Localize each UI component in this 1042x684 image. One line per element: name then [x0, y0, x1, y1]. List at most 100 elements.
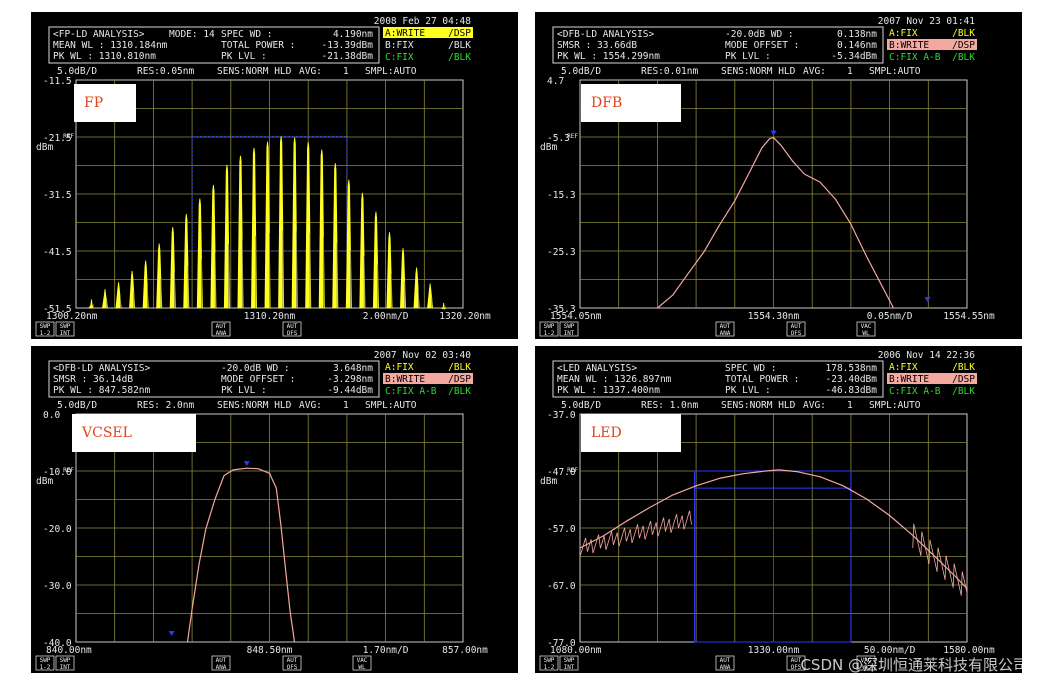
header-text: PK LVL : [221, 385, 267, 396]
settings-text: AVG: [803, 66, 826, 77]
side-marker [168, 631, 175, 636]
header-text: -23.40dBm [826, 374, 878, 385]
header-text: <FP-LD ANALYSIS> [53, 29, 145, 40]
trace-label: B:WRITE [385, 374, 425, 385]
y-tick-label: -11.5 [43, 76, 72, 87]
x-end-label: 857.00nm [442, 645, 488, 656]
settings-text: RES: 2.0nm [137, 400, 194, 411]
vcsel-label-box: VCSEL [72, 414, 196, 452]
y-tick-label: -20.0 [43, 524, 72, 535]
soft-key-label-bottom: OFS [287, 330, 298, 337]
soft-key-label-top: SWP [60, 323, 71, 330]
header-text: 3.648nm [333, 363, 373, 374]
ref-label: REF [63, 467, 74, 474]
peak-marker [770, 130, 777, 136]
header-text: -20.0dB WD : [221, 363, 290, 374]
soft-key-label-top: AUT [791, 323, 802, 330]
y-tick-label: -57.0 [547, 524, 576, 535]
trace-mode: /BLK [952, 386, 975, 397]
soft-key-label-top: AUT [720, 657, 731, 664]
trace-mode: /DSP [448, 28, 471, 39]
vcsel-chart-svg: 2007 Nov 02 03:40<DFB-LD ANALYSIS> -20.0d… [35, 350, 488, 671]
header-text: 178.538nm [826, 363, 878, 374]
vcsel-label: VCSEL [82, 425, 132, 441]
dfb-chart-svg: 2007 Nov 23 01:41 <DFB-LD ANALYSIS> -20.0d… [539, 16, 995, 337]
peak-marker [243, 461, 250, 467]
soft-key-label-bottom: 1-2 [40, 330, 51, 337]
led-chart-svg: 2006 Nov 14 22:36 <LED ANALYSIS> SPEC WD :… [539, 350, 995, 671]
soft-key-label-top: AUT [287, 323, 298, 330]
x-end-label: 1554.55nm [943, 311, 995, 322]
soft-key-label-bottom: INT [60, 664, 71, 671]
chart-panel-fp: 2008 Feb 27 04:48 <FP-LD ANALYSIS> MODE: 1… [31, 12, 518, 339]
soft-key-label-bottom: ANA [216, 330, 227, 337]
led-label: LED [591, 425, 622, 441]
header-text: MEAN WL : 1310.184nm [53, 40, 168, 51]
datetime-text: 2007 Nov 02 03:40 [374, 350, 472, 361]
soft-key-label-bottom: OFS [791, 330, 802, 337]
trace-label: C:FIX A-B [889, 386, 941, 397]
settings-text: SMPL:AUTO [869, 400, 921, 411]
header-text: SPEC WD : [221, 29, 272, 40]
side-marker [924, 297, 931, 302]
header-text: PK WL : 1337.400nm [557, 385, 660, 396]
header-text: 0.138nm [837, 29, 877, 40]
y-tick-label: 4.7 [547, 76, 564, 87]
settings-text: 1 [847, 400, 853, 411]
x-center-label: 1310.20nm [244, 311, 296, 322]
fp-label: FP [84, 95, 104, 111]
soft-key-label-bottom: ANA [720, 664, 731, 671]
soft-key-label-top: AUT [720, 323, 731, 330]
x-start-label: 1080.00nm [550, 645, 602, 656]
soft-key-label-top: SWP [564, 323, 575, 330]
ref-label: REF [567, 133, 578, 140]
trace-mode: /DSP [952, 40, 975, 51]
header-text: -5.34dBm [831, 51, 877, 62]
y-tick-label: 0.0 [43, 410, 60, 421]
trace-mode: /DSP [448, 374, 471, 385]
y-tick-label: -37.0 [547, 410, 576, 421]
settings-text: 5.0dB/D [561, 66, 601, 77]
trace-label: B:FIX [385, 40, 414, 51]
header-text: MODE OFFSET : [725, 40, 799, 51]
soft-key-label-top: SWP [544, 657, 555, 664]
header-text: TOTAL POWER : [725, 374, 799, 385]
header-text: PK LVL : [221, 51, 267, 62]
trace-mode: /BLK [952, 52, 975, 63]
settings-text: SMPL:AUTO [365, 400, 417, 411]
trace-label: A:FIX [385, 362, 414, 373]
trace-mode: /BLK [448, 386, 471, 397]
settings-text: SENS:NORM HLD [721, 66, 796, 77]
header-text: -9.44dBm [327, 385, 373, 396]
soft-key-label-bottom: WL [862, 330, 870, 337]
header-text: TOTAL POWER : [221, 40, 295, 51]
unit-label: dBm [540, 476, 557, 487]
x-span-label: 0.05nm/D [867, 311, 913, 322]
header-text: -20.0dB WD : [725, 29, 794, 40]
soft-key-label-top: AUT [216, 323, 227, 330]
spectrum-trace [186, 467, 296, 643]
settings-text: SENS:NORM HLD [217, 66, 292, 77]
ref-label: REF [63, 133, 74, 140]
header-text: -13.39dBm [322, 40, 374, 51]
x-end-label: 1320.20nm [439, 311, 491, 322]
header-text: PK WL : 1310.810nm [53, 51, 156, 62]
header-text: MODE: 14 [169, 29, 215, 40]
datetime-text: 2008 Feb 27 04:48 [374, 16, 472, 27]
trace-label: C:FIX [385, 52, 414, 63]
settings-text: AVG: [299, 400, 322, 411]
soft-key-label-bottom: INT [564, 664, 575, 671]
soft-key-label-bottom: 1-2 [544, 330, 555, 337]
header-text: -3.298nm [327, 374, 373, 385]
settings-text: 1 [343, 66, 349, 77]
header-text: PK LVL : [725, 385, 771, 396]
soft-key-label-top: AUT [287, 657, 298, 664]
chart-panel-dfb: 2007 Nov 23 01:41 <DFB-LD ANALYSIS> -20.0d… [535, 12, 1022, 339]
soft-key-label-bottom: ANA [720, 330, 731, 337]
header-text: -21.38dBm [322, 51, 374, 62]
settings-text: RES: 1.0nm [641, 400, 698, 411]
soft-key-label-top: VAC [861, 323, 872, 330]
soft-key-label-bottom: 1-2 [40, 664, 51, 671]
fp-label-box: FP [74, 84, 136, 122]
watermark: CSDN @深圳恒通莱科技有限公司 [800, 656, 1028, 674]
